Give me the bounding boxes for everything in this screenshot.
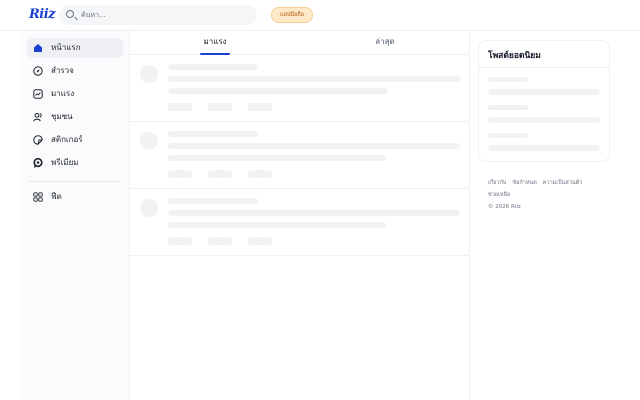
sidebar-item-trending[interactable]: มาแรง: [27, 84, 123, 104]
riiz-logo[interactable]: Riiz: [29, 7, 56, 22]
card-divider: [479, 67, 609, 68]
text-placeholder: [488, 133, 528, 138]
sidebar-item-label: ชุมชน: [51, 112, 73, 121]
action-placeholder: [248, 170, 272, 178]
footer-links: เกี่ยวกับ ข้อกำหนด ความเป็นส่วนตัว ช่วยเหล…: [488, 177, 613, 213]
copyright-text: © 2026 Riiz: [488, 204, 521, 210]
feed-tabs: มาแรง ล่าสุด: [130, 31, 470, 55]
sidebar: หน้าแรก สำรวจ มาแรง ชุมชน สติกเกอร์ พรีเ…: [21, 31, 130, 400]
sidebar-item-label: สำรวจ: [51, 66, 74, 75]
text-placeholder: [488, 145, 600, 151]
sidebar-item-label: สติกเกอร์: [51, 135, 83, 144]
sidebar-item-label: หน้าแรก: [51, 43, 81, 52]
community-icon: [33, 112, 42, 122]
sidebar-item-explore[interactable]: สำรวจ: [27, 61, 123, 81]
sidebar-item-label: มาแรง: [51, 89, 75, 98]
search-icon: [66, 10, 74, 18]
text-placeholder: [168, 143, 460, 149]
text-placeholder: [168, 222, 386, 228]
text-placeholder: [488, 105, 528, 110]
text-placeholder: [168, 198, 258, 204]
action-placeholder: [168, 237, 192, 245]
text-placeholder: [168, 155, 386, 161]
text-placeholder: [168, 76, 460, 82]
compass-icon: [33, 66, 43, 76]
sidebar-item-feed[interactable]: ฟีด: [27, 187, 123, 207]
footer-link-privacy[interactable]: ความเป็นส่วนตัว: [543, 180, 582, 186]
text-placeholder: [488, 77, 528, 82]
footer-link-about[interactable]: เกี่ยวกับ: [488, 180, 506, 186]
text-placeholder: [488, 117, 600, 123]
sidebar-item-label: พรีเมียม: [51, 158, 79, 167]
action-placeholder: [168, 103, 192, 111]
action-placeholder: [248, 103, 272, 111]
action-placeholder: [208, 237, 232, 245]
mobile-app-button[interactable]: แอปมือถือ: [271, 7, 313, 23]
action-placeholder: [168, 170, 192, 178]
popular-posts-title: โพสต์ยอดนิยม: [488, 51, 541, 61]
top-bar: Riiz แอปมือถือ: [0, 0, 640, 31]
home-icon: [34, 44, 42, 52]
footer-link-help[interactable]: ช่วยเหลือ: [488, 192, 510, 198]
post-skeleton: [130, 189, 470, 256]
sidebar-item-community[interactable]: ชุมชน: [27, 107, 123, 127]
footer-link-terms[interactable]: ข้อกำหนด: [512, 180, 536, 186]
sidebar-divider: [29, 181, 121, 182]
avatar-placeholder: [140, 132, 158, 150]
action-placeholder: [208, 103, 232, 111]
text-placeholder: [168, 88, 388, 94]
post-skeleton: [130, 122, 470, 189]
sidebar-item-premium[interactable]: พรีเมียม: [27, 153, 123, 173]
text-placeholder: [168, 64, 258, 70]
action-placeholder: [208, 170, 232, 178]
sidebar-item-stickers[interactable]: สติกเกอร์: [27, 130, 123, 150]
text-placeholder: [168, 210, 460, 216]
post-skeleton: [130, 55, 470, 122]
search-bar[interactable]: [59, 5, 257, 25]
grid-icon: [33, 192, 43, 202]
sticker-icon: [33, 135, 43, 145]
trending-icon: [33, 89, 43, 99]
text-placeholder: [168, 131, 258, 137]
sidebar-item-home[interactable]: หน้าแรก: [27, 38, 123, 58]
tab-latest[interactable]: ล่าสุด: [300, 31, 470, 55]
feed-main: มาแรง ล่าสุด: [130, 31, 470, 400]
premium-icon: [33, 158, 43, 168]
action-placeholder: [248, 237, 272, 245]
sidebar-item-label: ฟีด: [51, 192, 62, 201]
avatar-placeholder: [140, 65, 158, 83]
search-input[interactable]: [81, 8, 251, 22]
avatar-placeholder: [140, 199, 158, 217]
text-placeholder: [488, 89, 600, 95]
tab-trending[interactable]: มาแรง: [130, 31, 300, 55]
popular-posts-card: โพสต์ยอดนิยม: [478, 40, 610, 162]
